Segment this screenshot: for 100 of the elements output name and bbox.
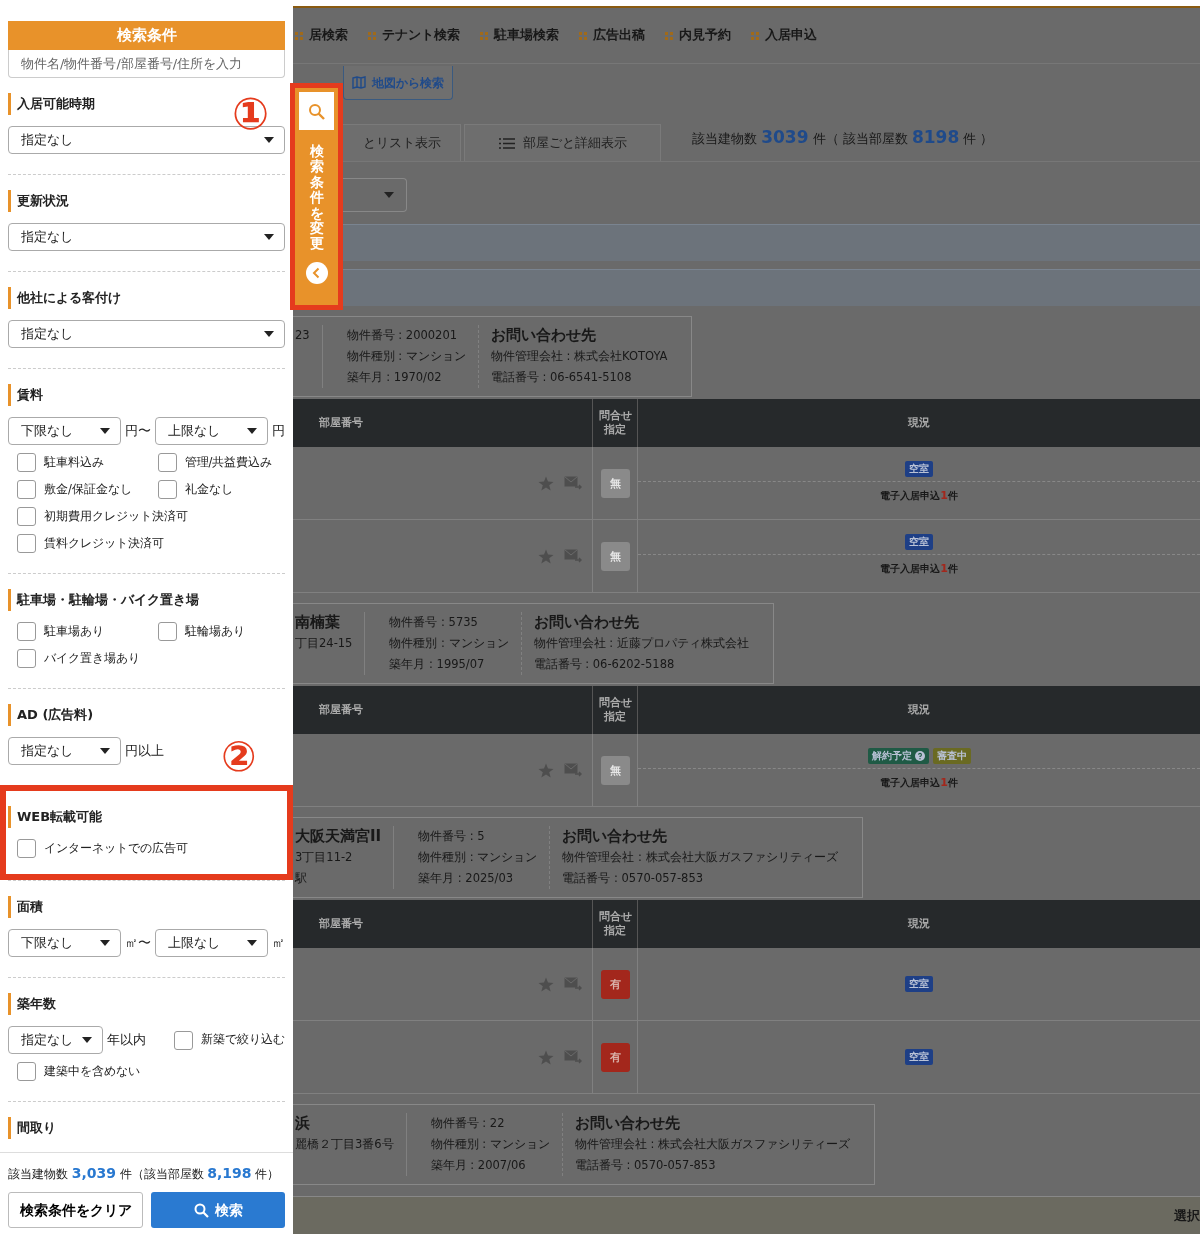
dropdown[interactable]: 指定なし bbox=[8, 1026, 103, 1054]
checkbox-label: 賃料クレジット決済可 bbox=[44, 534, 164, 552]
mail-icon bbox=[564, 476, 582, 490]
column-header: 問合せ bbox=[598, 409, 632, 423]
contact-text: 物件管理会社 : 株式会社KOTOYA bbox=[490, 348, 668, 365]
search-toggle-tab[interactable]: 検索条件を変更 bbox=[290, 83, 343, 310]
caret-icon bbox=[264, 331, 274, 337]
nav-link[interactable]: テナント検索 bbox=[382, 26, 460, 45]
building-name: 大阪天満宮II bbox=[295, 826, 382, 847]
address-text: 駅 bbox=[295, 870, 308, 887]
column-header: 指定 bbox=[603, 924, 627, 938]
application-count: 電子入居申込1件 bbox=[880, 775, 958, 792]
caret-icon bbox=[264, 137, 274, 143]
status-badge: 空室 bbox=[905, 1048, 933, 1066]
column-header: 指定 bbox=[603, 423, 627, 437]
checkbox[interactable] bbox=[157, 453, 177, 472]
checkbox[interactable] bbox=[17, 480, 36, 499]
help-icon bbox=[914, 751, 925, 762]
map-icon bbox=[352, 76, 366, 89]
section-label: 築年数 bbox=[8, 993, 285, 1015]
checkbox-label: 敷金/保証金なし bbox=[44, 480, 132, 498]
grid-icon bbox=[368, 31, 376, 40]
column-header: 部屋番号 bbox=[319, 701, 363, 718]
checkbox-label: 管理/共益費込み bbox=[184, 453, 273, 471]
search-field[interactable]: 物件名/物件番号/部屋番号/住所を入力 bbox=[8, 50, 285, 78]
dropdown[interactable]: 指定なし bbox=[8, 737, 121, 765]
checkbox[interactable] bbox=[174, 1030, 193, 1050]
dropdown[interactable]: 指定なし bbox=[8, 223, 285, 251]
caret-icon bbox=[82, 1037, 92, 1043]
inquiry-button[interactable]: 無 bbox=[600, 755, 630, 785]
status-badge: 空室 bbox=[905, 975, 933, 993]
list-icon bbox=[498, 137, 515, 149]
section-label: 他社による客付け bbox=[8, 287, 285, 309]
checkbox[interactable] bbox=[17, 622, 36, 641]
search-icon bbox=[193, 1202, 209, 1218]
inquiry-button[interactable]: 無 bbox=[600, 541, 630, 571]
checkbox[interactable] bbox=[17, 1062, 36, 1081]
address-text: 3丁目11-2 bbox=[295, 849, 354, 866]
contact-title: お問い合わせ先 bbox=[490, 325, 597, 346]
section-label: 更新状況 bbox=[8, 190, 285, 212]
column-header: 問合せ bbox=[598, 696, 632, 710]
checkbox-label: インターネットでの広告可 bbox=[44, 839, 188, 857]
contact-text: 物件管理会社 : 近藤プロパティ株式会社 bbox=[533, 635, 749, 652]
nav-link[interactable]: 広告出稿 bbox=[593, 26, 645, 45]
checkbox[interactable] bbox=[157, 622, 177, 641]
unit-label: 円以上 bbox=[125, 742, 164, 761]
contact-text: 電話番号 : 06-6202-5188 bbox=[533, 656, 676, 673]
column-header: 現況 bbox=[908, 701, 930, 718]
inquiry-button[interactable]: 有 bbox=[600, 1042, 630, 1072]
section-label: 駐車場・駐輪場・バイク置き場 bbox=[8, 589, 285, 611]
checkbox[interactable] bbox=[17, 534, 36, 553]
nav-link[interactable]: 駐車場検索 bbox=[494, 26, 559, 45]
nav-link[interactable]: 入居申込 bbox=[765, 26, 817, 45]
contact-title: お問い合わせ先 bbox=[533, 612, 640, 633]
caret-icon bbox=[384, 192, 394, 198]
chevron-left-icon bbox=[305, 261, 328, 284]
status-badge: 空室 bbox=[905, 461, 933, 478]
checkbox[interactable] bbox=[17, 839, 36, 858]
search-button[interactable]: 検索 bbox=[151, 1192, 285, 1228]
mail-icon bbox=[564, 549, 582, 563]
detail-text: 物件種別 : マンション bbox=[418, 849, 538, 866]
checkbox-label: 駐輪場あり bbox=[184, 622, 245, 640]
grid-icon bbox=[480, 31, 488, 40]
view-tab[interactable]: 部屋ごと詳細表示 bbox=[464, 124, 661, 161]
star-icon bbox=[538, 548, 554, 564]
column-header: 現況 bbox=[908, 915, 930, 932]
unit-label: ㎡〜 bbox=[125, 934, 151, 953]
dropdown[interactable]: 指定なし bbox=[8, 320, 285, 348]
clear-button[interactable]: 検索条件をクリア bbox=[8, 1192, 143, 1228]
checkbox[interactable] bbox=[157, 480, 177, 499]
application-count: 電子入居申込1件 bbox=[880, 561, 958, 578]
contact-text: 電話番号 : 0570-057-853 bbox=[562, 870, 704, 887]
grid-icon bbox=[665, 31, 673, 40]
grid-icon bbox=[751, 31, 759, 40]
result-count: 該当建物数 3039 件（ 該当部屋数 8198 件 ） bbox=[691, 125, 994, 149]
checkbox[interactable] bbox=[17, 649, 36, 668]
view-tab[interactable]: とリスト表示 bbox=[343, 124, 461, 161]
inquiry-button[interactable]: 無 bbox=[600, 468, 630, 498]
dropdown[interactable]: 下限なし bbox=[8, 417, 121, 445]
checkbox[interactable] bbox=[17, 507, 36, 526]
caret-icon bbox=[100, 428, 110, 434]
address-text: 23 bbox=[295, 327, 310, 344]
footer-label: 選択 bbox=[1174, 1206, 1200, 1225]
panel-title: 検索条件 bbox=[8, 21, 285, 50]
nav-link[interactable]: 居検索 bbox=[309, 26, 348, 45]
step-number: ② bbox=[221, 736, 257, 778]
section-label: AD (広告料) bbox=[8, 704, 285, 726]
checkbox[interactable] bbox=[17, 453, 36, 472]
nav-link[interactable]: 内見予約 bbox=[679, 26, 731, 45]
dropdown[interactable]: 上限なし bbox=[155, 417, 268, 445]
checkbox-label: バイク置き場あり bbox=[44, 649, 140, 667]
detail-text: 築年月 : 2007/06 bbox=[430, 1157, 527, 1174]
column-header: 部屋番号 bbox=[319, 915, 363, 932]
inquiry-button[interactable]: 有 bbox=[600, 969, 630, 999]
checkbox-label: 駐車場あり bbox=[44, 622, 104, 640]
checkbox-label: 初期費用クレジット決済可 bbox=[44, 507, 188, 525]
section-label: 間取り bbox=[8, 1117, 285, 1139]
dropdown[interactable]: 上限なし bbox=[155, 929, 268, 957]
dropdown[interactable]: 下限なし bbox=[8, 929, 121, 957]
column-header: 指定 bbox=[603, 710, 627, 724]
